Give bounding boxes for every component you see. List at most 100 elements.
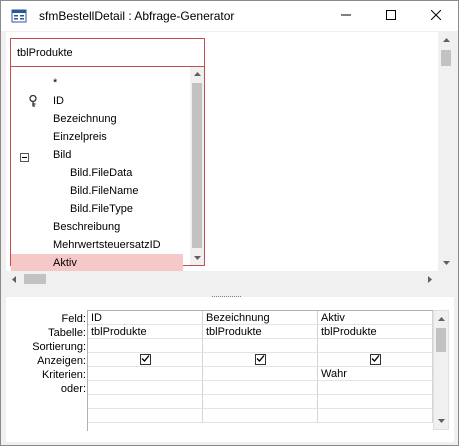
scroll-thumb[interactable] xyxy=(192,83,202,248)
primary-key-icon xyxy=(27,94,39,107)
scroll-corner xyxy=(438,271,454,287)
design-grid-pane: Feld: Tabelle: Sortierung: Anzeigen: Kriteri… xyxy=(6,297,454,442)
field-list-scrollbar[interactable] xyxy=(190,67,204,265)
scroll-down-arrow-icon[interactable] xyxy=(434,413,448,429)
grid-cell[interactable] xyxy=(318,381,433,395)
grid-cell[interactable]: tblProdukte xyxy=(88,325,203,339)
field-label: Aktiv xyxy=(53,257,77,269)
grid-cell[interactable] xyxy=(318,409,433,423)
grid-cell[interactable] xyxy=(203,395,318,409)
grid-cell[interactable]: tblProdukte xyxy=(318,325,433,339)
close-icon xyxy=(430,9,441,23)
grid-row-label: Kriterien: xyxy=(41,369,86,381)
field-label: ID xyxy=(53,95,64,107)
field-item[interactable]: Aktiv xyxy=(11,254,183,272)
field-item[interactable]: Bild xyxy=(11,146,183,164)
grid-cell[interactable] xyxy=(318,395,433,409)
grid-cell[interactable] xyxy=(203,339,318,353)
grid-vscroll[interactable] xyxy=(433,310,449,430)
field-label: Einzelpreis xyxy=(53,131,107,143)
grid-row-label: Anzeigen: xyxy=(37,355,86,367)
show-checkbox[interactable] xyxy=(254,353,266,367)
field-item[interactable]: Beschreibung xyxy=(11,218,183,236)
scroll-up-arrow-icon[interactable] xyxy=(190,67,204,81)
grid-cell[interactable] xyxy=(203,367,318,381)
maximize-icon xyxy=(385,9,396,23)
collapse-icon[interactable] xyxy=(20,150,29,162)
close-button[interactable] xyxy=(413,1,458,31)
show-checkbox[interactable] xyxy=(139,353,151,367)
maximize-button[interactable] xyxy=(368,1,413,31)
grid-cell-text: tblProdukte xyxy=(91,326,147,338)
scroll-up-arrow-icon[interactable] xyxy=(434,311,448,327)
scroll-up-arrow-icon[interactable] xyxy=(438,32,454,48)
design-grid[interactable]: ID tblProdukte Bezeichnung tblProdukte Aktiv… xyxy=(87,310,437,431)
scroll-thumb[interactable] xyxy=(441,50,451,66)
field-item[interactable]: Bild.FileName xyxy=(11,182,183,200)
grid-cell-text: Aktiv xyxy=(321,312,345,324)
field-label: Bild.FileName xyxy=(70,185,139,197)
grid-cell[interactable] xyxy=(88,353,203,367)
scroll-down-arrow-icon[interactable] xyxy=(438,255,454,271)
field-label: Bezeichnung xyxy=(53,113,117,125)
grid-cell[interactable] xyxy=(88,395,203,409)
field-label: * xyxy=(53,77,58,89)
query-designer-icon xyxy=(11,8,27,24)
show-checkbox[interactable] xyxy=(369,353,381,367)
scroll-thumb[interactable] xyxy=(24,274,46,284)
field-item[interactable]: ID xyxy=(11,92,183,110)
grid-cell-text: Wahr xyxy=(321,368,347,380)
field-item[interactable]: Bezeichnung xyxy=(11,110,183,128)
scroll-left-arrow-icon[interactable] xyxy=(6,271,22,287)
field-item[interactable]: Bild.FileType xyxy=(11,200,183,218)
checkmark-icon xyxy=(371,353,380,367)
grid-row-label: Sortierung: xyxy=(32,341,86,353)
table-title[interactable]: tblProdukte xyxy=(11,39,204,67)
table-field-list[interactable]: tblProdukte * ID Bezeichnung Einzelpreis Bil… xyxy=(10,38,205,272)
table-pane-hscroll[interactable] xyxy=(6,271,438,287)
grid-cell[interactable]: Wahr xyxy=(318,367,433,381)
grid-cell[interactable] xyxy=(88,367,203,381)
field-item[interactable]: * xyxy=(11,74,183,92)
field-label: Bild xyxy=(53,149,72,161)
field-label: MehrwertsteuersatzID xyxy=(53,239,161,251)
table-pane[interactable]: tblProdukte * ID Bezeichnung Einzelpreis Bil… xyxy=(6,32,454,287)
grid-cell[interactable]: Aktiv xyxy=(318,311,433,325)
grid-cell[interactable] xyxy=(88,339,203,353)
query-designer-window: sfmBestellDetail : Abfrage-Generator tbl… xyxy=(0,0,459,446)
grid-row-label: Feld: xyxy=(61,313,86,325)
checkmark-icon xyxy=(256,353,265,367)
field-item[interactable]: Einzelpreis xyxy=(11,128,183,146)
grid-cell[interactable] xyxy=(318,339,433,353)
title-bar: sfmBestellDetail : Abfrage-Generator xyxy=(1,1,458,31)
scroll-thumb[interactable] xyxy=(436,328,446,352)
grid-cell[interactable] xyxy=(203,409,318,423)
grid-cell[interactable] xyxy=(203,381,318,395)
checkmark-icon xyxy=(141,353,150,367)
grid-cell-text: Bezeichnung xyxy=(206,312,270,324)
field-label: Bild.FileType xyxy=(70,203,133,215)
grid-cell[interactable] xyxy=(88,381,203,395)
grid-cell-text: tblProdukte xyxy=(321,326,377,338)
grid-cell[interactable]: Bezeichnung xyxy=(203,311,318,325)
grid-row-label: Tabelle: xyxy=(48,327,86,339)
field-label: Beschreibung xyxy=(53,221,121,233)
grid-cell[interactable] xyxy=(203,353,318,367)
scroll-right-arrow-icon[interactable] xyxy=(422,271,438,287)
table-pane-vscroll[interactable] xyxy=(438,32,454,271)
minimize-button[interactable] xyxy=(323,1,368,31)
grid-cell[interactable] xyxy=(318,353,433,367)
field-item[interactable]: MehrwertsteuersatzID xyxy=(11,236,183,254)
grid-cell[interactable]: ID xyxy=(88,311,203,325)
pane-splitter[interactable] xyxy=(6,291,454,299)
minimize-icon xyxy=(340,10,351,23)
scroll-down-arrow-icon[interactable] xyxy=(190,251,204,265)
field-label: Bild.FileData xyxy=(70,167,133,179)
field-item[interactable]: Bild.FileData xyxy=(11,164,183,182)
grid-row-label: oder: xyxy=(60,383,86,395)
grid-cell-text: ID xyxy=(91,312,102,324)
grid-cell-text: tblProdukte xyxy=(206,326,262,338)
window-title: sfmBestellDetail : Abfrage-Generator xyxy=(39,9,235,23)
grid-cell[interactable] xyxy=(88,409,203,423)
grid-cell[interactable]: tblProdukte xyxy=(203,325,318,339)
